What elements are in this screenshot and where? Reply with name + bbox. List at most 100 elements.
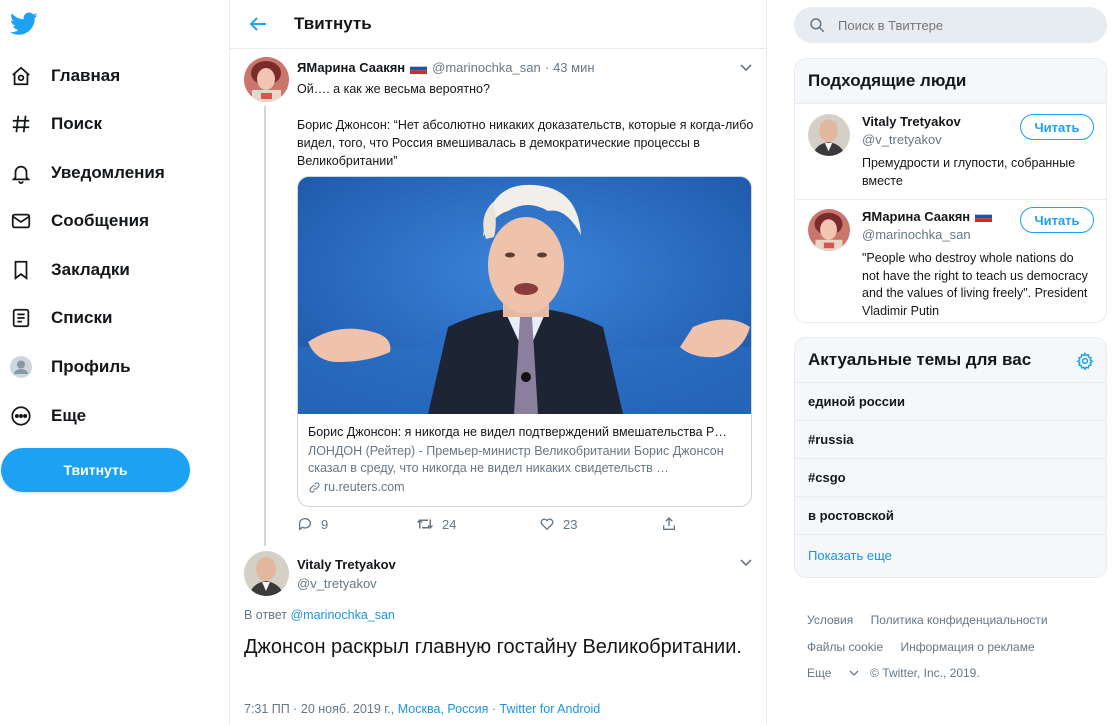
search-box[interactable]	[794, 7, 1107, 43]
tweet-header: ЯМарина Саакян @marinochka_san · 43 мин	[297, 60, 595, 75]
separator-dot: ·	[544, 60, 550, 75]
follow-button[interactable]: Читать	[1020, 114, 1094, 140]
card-description: ЛОНДОН (Рейтер) - Премьер-министр Велико…	[308, 444, 724, 475]
nav-item-home[interactable]: Главная	[8, 56, 120, 96]
footer: Условия Политика конфиденциальности Файл…	[807, 607, 1107, 687]
card-domain-text: ru.reuters.com	[324, 480, 405, 494]
tweet-timestamp[interactable]: 7:31 ПП · 20 нояб. 2019 г.,	[244, 702, 394, 716]
footer-privacy-link[interactable]: Политика конфиденциальности	[871, 613, 1048, 627]
avatar[interactable]	[808, 209, 850, 251]
author-name[interactable]: Vitaly Tretyakov	[297, 557, 396, 572]
suggested-user-bio: Премудрости и глупости, собранные вместе	[862, 156, 1076, 188]
author-name[interactable]: ЯМарина Саакян	[297, 60, 405, 75]
link-card[interactable]: Борис Джонсон: я никогда не видел подтве…	[297, 176, 752, 507]
page-title: Твитнуть	[294, 14, 372, 33]
nav-label: Главная	[51, 66, 121, 85]
tweet-meta: 7:31 ПП · 20 нояб. 2019 г., Москва, Росс…	[244, 702, 600, 716]
search-input[interactable]	[838, 17, 1088, 33]
chevron-down-icon[interactable]	[739, 63, 753, 73]
avatar[interactable]	[808, 114, 850, 156]
suggested-user-name-text: ЯМарина Саакян	[862, 209, 971, 224]
like-button[interactable]: 23	[539, 516, 577, 532]
follow-button[interactable]: Читать	[1020, 207, 1094, 233]
nav-item-lists[interactable]: Списки	[8, 298, 112, 338]
left-navigation: Главная Поиск Уведомления Сообщения Закл…	[0, 0, 230, 725]
retweet-count: 24	[442, 516, 457, 532]
suggested-user-handle: @v_tretyakov	[862, 132, 942, 147]
back-arrow-icon[interactable]	[249, 14, 269, 34]
nav-label: Сообщения	[51, 211, 149, 230]
who-to-follow-item[interactable]: Vitaly Tretyakov @v_tretyakov Премудрост…	[795, 104, 1106, 200]
reply-icon	[298, 518, 311, 531]
hashtag-icon	[8, 111, 34, 137]
reply-button[interactable]: 9	[297, 516, 328, 532]
nav-label: Уведомления	[51, 163, 165, 182]
link-icon	[309, 481, 320, 493]
tweet-text: Джонсон раскрыл главную гостайну Великоб…	[244, 636, 742, 658]
trends-panel: Актуальные темы для вас единой россии #r…	[794, 337, 1107, 578]
share-icon	[663, 517, 675, 530]
panel-title-text: Актуальные темы для вас	[808, 350, 1032, 369]
avatar[interactable]	[244, 551, 289, 596]
right-sidebar: Подходящие люди Vitaly Tretyakov @v_tret…	[767, 0, 1114, 725]
nav-item-notifications[interactable]: Уведомления	[8, 153, 165, 193]
bell-icon	[8, 160, 34, 186]
mail-icon	[8, 208, 34, 234]
nav-item-messages[interactable]: Сообщения	[8, 201, 149, 241]
show-more-link[interactable]: Показать еще	[795, 535, 1106, 576]
tweet-time[interactable]: 43 мин	[553, 60, 594, 75]
reply-count: 9	[321, 516, 329, 532]
russia-flag-icon	[975, 211, 993, 222]
who-to-follow-item[interactable]: ЯМарина Саакян @marinochka_san "People w…	[795, 200, 1106, 322]
reply-context: В ответ @marinochka_san	[244, 608, 395, 622]
suggested-user-handle: @marinochka_san	[862, 227, 971, 242]
location-link[interactable]: Москва, Россия	[398, 702, 489, 716]
card-meta: Борис Джонсон: я никогда не видел подтве…	[298, 414, 751, 494]
panel-title: Актуальные темы для вас	[795, 338, 1106, 383]
nav-label: Поиск	[51, 114, 103, 133]
avatar[interactable]	[244, 57, 289, 102]
reply-handle-link[interactable]: @marinochka_san	[290, 608, 394, 622]
nav-item-profile[interactable]: Профиль	[8, 347, 131, 387]
profile-icon	[8, 354, 34, 380]
suggested-user-bio: "People who destroy whole nations do not…	[862, 251, 1088, 318]
nav-label: Списки	[51, 308, 113, 327]
twitter-logo-icon[interactable]	[10, 12, 38, 36]
who-to-follow-panel: Подходящие люди Vitaly Tretyakov @v_tret…	[794, 58, 1107, 323]
suggested-user-name[interactable]: Vitaly Tretyakov	[862, 114, 961, 129]
nav-label: Профиль	[51, 357, 131, 376]
trend-item[interactable]: в ростовской	[795, 497, 1106, 535]
nav-item-bookmarks[interactable]: Закладки	[8, 250, 130, 290]
panel-title: Подходящие люди	[795, 59, 1106, 104]
footer-cookies-link[interactable]: Файлы cookie	[807, 640, 883, 654]
bookmark-icon	[8, 257, 34, 283]
author-handle[interactable]: @marinochka_san	[432, 60, 541, 75]
footer-ads-link[interactable]: Информация о рекламе	[901, 640, 1035, 654]
page-header: Твитнуть	[230, 0, 766, 49]
retweet-icon	[416, 519, 434, 529]
search-icon	[810, 18, 825, 33]
suggested-user-name[interactable]: ЯМарина Саакян	[862, 209, 993, 224]
card-title: Борис Джонсон: я никогда не видел подтве…	[308, 425, 727, 439]
nav-item-explore[interactable]: Поиск	[8, 104, 102, 144]
reply-prefix: В ответ	[244, 608, 287, 622]
trend-item[interactable]: #russia	[795, 421, 1106, 459]
footer-more-link[interactable]: Еще	[807, 666, 862, 680]
nav-item-more[interactable]: Еще	[8, 396, 86, 436]
chevron-down-icon[interactable]	[739, 558, 753, 568]
chevron-down-icon	[849, 670, 859, 676]
separator-dot: ·	[491, 702, 497, 716]
card-domain: ru.reuters.com	[308, 480, 739, 494]
source-link[interactable]: Twitter for Android	[500, 702, 601, 716]
share-button[interactable]	[661, 516, 685, 532]
gear-icon[interactable]	[1076, 352, 1094, 370]
home-icon	[8, 63, 34, 89]
tweet-button[interactable]: Твитнуть	[1, 448, 190, 492]
trend-item[interactable]: единой россии	[795, 383, 1106, 421]
footer-terms-link[interactable]: Условия	[807, 613, 853, 627]
card-image	[298, 177, 751, 414]
list-icon	[8, 305, 34, 331]
author-handle[interactable]: @v_tretyakov	[297, 576, 377, 591]
trend-item[interactable]: #csgo	[795, 459, 1106, 497]
retweet-button[interactable]: 24	[416, 516, 456, 532]
